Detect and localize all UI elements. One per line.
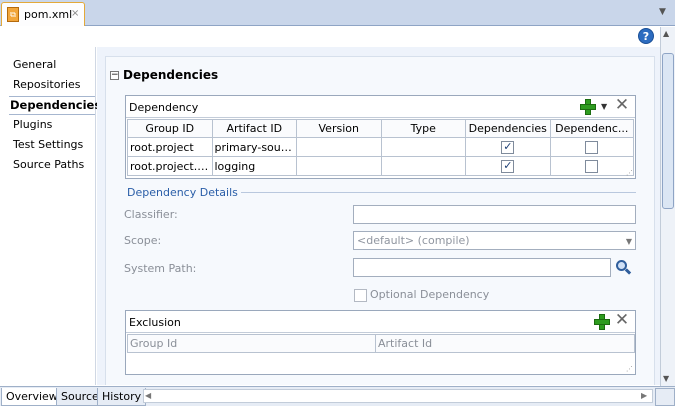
column-header-artifact-id[interactable]: Artifact Id: [375, 334, 635, 353]
add-dropdown-icon[interactable]: ▼: [601, 102, 607, 111]
xml-file-icon: ⧉: [7, 7, 19, 22]
cell-dependenc: [549, 156, 634, 176]
search-icon[interactable]: [616, 260, 632, 276]
cell-type[interactable]: [380, 156, 466, 176]
cell-artifact-id[interactable]: primary-source: [211, 137, 297, 157]
optional-dependency-label: Optional Dependency: [370, 288, 490, 301]
table-row[interactable]: root.project.p... logging: [127, 156, 634, 176]
scroll-down-icon[interactable]: ▼: [663, 374, 669, 383]
dependenc-checkbox[interactable]: [585, 159, 599, 173]
scroll-left-icon[interactable]: ◀: [145, 391, 151, 400]
scroll-up-icon[interactable]: ▲: [663, 29, 669, 38]
column-header-dependencies[interactable]: Dependencies: [465, 119, 551, 138]
details-title: Dependency Details: [124, 186, 241, 199]
table-row[interactable]: root.project primary-source: [127, 137, 634, 157]
optional-dependency-checkbox[interactable]: [354, 288, 367, 302]
sidebar-item-source-paths[interactable]: Source Paths: [13, 158, 84, 171]
resize-grip-icon[interactable]: ⋰: [626, 365, 633, 373]
column-header-group-id[interactable]: Group Id: [127, 334, 376, 353]
classifier-field[interactable]: [353, 205, 636, 224]
help-icon[interactable]: ?: [638, 28, 654, 44]
editor-tab-pom[interactable]: ⧉ pom.xml ×: [1, 2, 85, 26]
add-icon[interactable]: [580, 99, 596, 115]
dependency-table-header: Dependency ▼ ✕: [126, 96, 635, 118]
section-title: Dependencies: [123, 68, 219, 82]
horizontal-scrollbar[interactable]: [143, 389, 653, 403]
cell-dependenc: [549, 137, 634, 157]
exclusion-grid: Group Id Artifact Id: [127, 334, 635, 353]
vertical-scroll-thumb[interactable]: [662, 53, 674, 209]
tab-history[interactable]: History: [97, 388, 147, 406]
exclusion-table-box: Exclusion ✕ Group Id Artifact Id ⋰: [125, 310, 636, 375]
column-header-dependenc[interactable]: Dependenc...: [549, 119, 634, 138]
editor-header: [0, 27, 660, 45]
cell-dependencies: [465, 156, 551, 176]
sidebar-item-test-settings[interactable]: Test Settings: [13, 138, 83, 151]
column-header-artifact-id[interactable]: Artifact ID: [211, 119, 297, 138]
cell-group-id[interactable]: root.project.p...: [127, 156, 213, 176]
close-icon[interactable]: ×: [71, 8, 79, 19]
sidebar-item-repositories[interactable]: Repositories: [13, 78, 81, 91]
cell-type[interactable]: [380, 137, 466, 157]
optional-dependency-option[interactable]: Optional Dependency: [354, 288, 489, 302]
system-path-field[interactable]: [353, 258, 611, 277]
column-header-group-id[interactable]: Group ID: [127, 119, 213, 138]
cell-version[interactable]: [296, 156, 382, 176]
scope-select-value: <default> (compile): [357, 234, 470, 247]
editor-tab-label: pom.xml: [24, 8, 73, 21]
sidebar-item-general[interactable]: General: [13, 58, 56, 71]
scope-label: Scope:: [124, 234, 162, 247]
exclusion-table-header: Exclusion ✕: [126, 311, 635, 333]
dependency-grid: Group ID Artifact ID Version Type Depend…: [127, 119, 634, 176]
dependencies-checkbox[interactable]: [501, 140, 515, 154]
sidebar-item-dependencies[interactable]: Dependencies: [10, 98, 101, 112]
exclusion-table-title: Exclusion: [129, 316, 181, 329]
scroll-right-icon[interactable]: ▶: [641, 391, 647, 400]
column-header-type[interactable]: Type: [380, 119, 466, 138]
sidebar-item-plugins[interactable]: Plugins: [13, 118, 52, 131]
tab-overview[interactable]: Overview: [1, 388, 63, 406]
cell-version[interactable]: [296, 137, 382, 157]
editor-tab-strip: [0, 0, 675, 26]
remove-icon[interactable]: ✕: [614, 312, 630, 329]
collapse-toggle-icon[interactable]: −: [110, 71, 119, 80]
dependency-table-title: Dependency: [129, 101, 199, 114]
tab-list-dropdown-icon[interactable]: ▼: [659, 7, 666, 17]
chevron-down-icon: ▼: [625, 237, 632, 246]
dependencies-checkbox[interactable]: [501, 159, 515, 173]
remove-icon[interactable]: ✕: [614, 97, 630, 114]
resize-grip-icon[interactable]: ⋰: [626, 169, 633, 177]
table-header-row: Group Id Artifact Id: [127, 334, 635, 353]
table-header-row: Group ID Artifact ID Version Type Depend…: [127, 119, 634, 138]
system-path-label: System Path:: [124, 262, 197, 275]
cell-artifact-id[interactable]: logging: [211, 156, 297, 176]
dependency-table-box: Dependency ▼ ✕ Group ID Artifact ID Vers…: [125, 95, 636, 179]
column-header-version[interactable]: Version: [296, 119, 382, 138]
dependenc-checkbox[interactable]: [585, 140, 599, 154]
scope-select[interactable]: <default> (compile) ▼: [353, 231, 636, 250]
classifier-label: Classifier:: [124, 208, 178, 221]
add-icon[interactable]: [594, 314, 610, 330]
cell-dependencies: [465, 137, 551, 157]
cell-group-id[interactable]: root.project: [127, 137, 213, 157]
scroll-corner: [655, 388, 675, 406]
